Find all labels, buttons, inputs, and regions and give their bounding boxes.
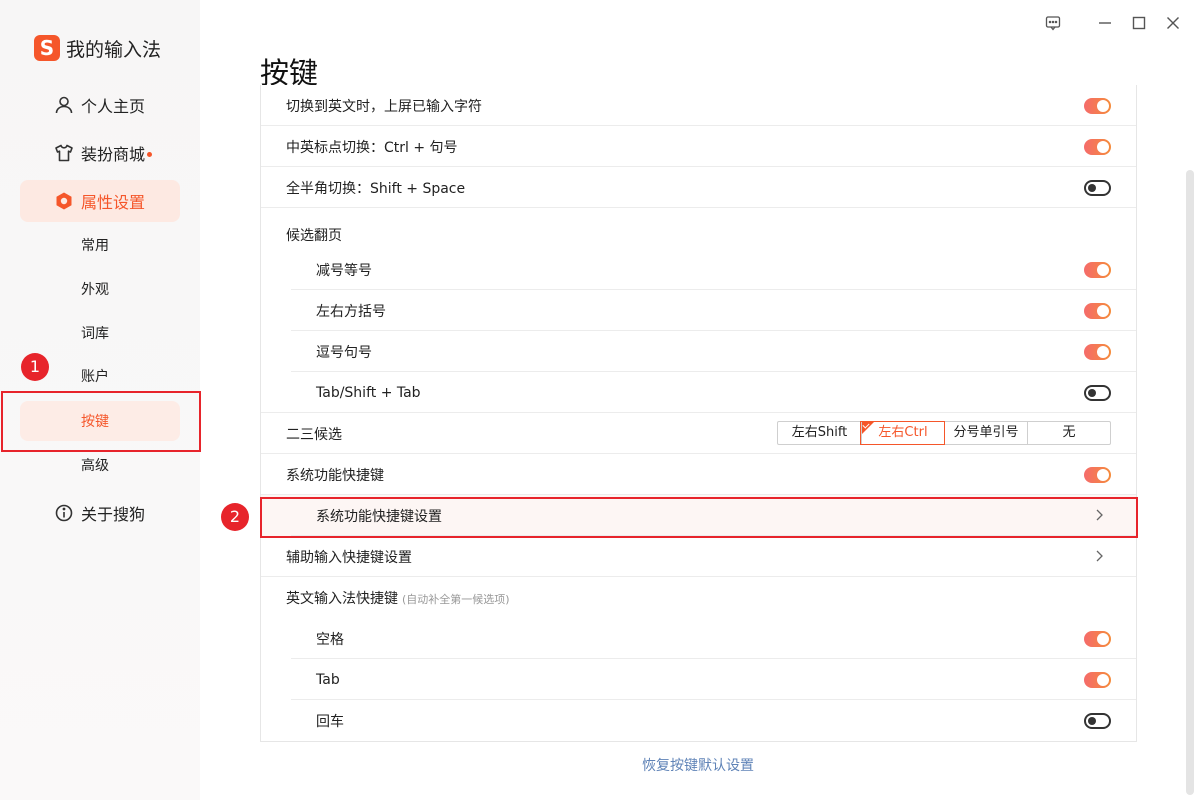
setting-row-width-switch: 全半角切换：Shift + Space [261,167,1136,208]
toggle-switch[interactable] [1084,466,1111,483]
setting-row-comma-period: 逗号句号 [261,331,1136,372]
nav-label: 关于搜狗 [81,505,146,524]
chevron-right-icon [1096,550,1103,562]
setting-row-punct-switch: 中英标点切换：Ctrl + 句号 [261,126,1136,167]
toggle-switch[interactable] [1084,671,1111,688]
group-label: 候选翻页 [286,227,342,244]
group-title: 英文输入法快捷键 [286,590,398,607]
setting-row-switch-english: 切换到英文时，上屏已输入字符 [261,85,1136,126]
setting-row-second-third: 二三候选 左右Shift 左右Ctrl 分号单引号 无 [261,413,1136,454]
setting-group-english-ime: 英文输入法快捷键 (自动补全第一候选项) [261,577,1136,618]
close-icon[interactable] [1164,14,1182,32]
setting-row-space: 空格 [261,618,1136,659]
toggle-switch[interactable] [1084,343,1111,360]
minimize-icon[interactable] [1096,14,1114,32]
nav-item-settings[interactable]: 属性设置 [20,180,180,222]
setting-label: 空格 [316,631,344,648]
nav-item-about[interactable]: 关于搜狗 [20,492,180,534]
info-icon [55,504,73,522]
setting-row-enter: 回车 [261,700,1136,741]
setting-label: 逗号句号 [316,344,372,361]
setting-label: Tab [316,671,340,688]
nav-item-store[interactable]: 装扮商城 [20,132,180,174]
setting-row-tab-shift-tab: Tab/Shift + Tab [261,372,1136,413]
setting-row-tab: Tab [261,659,1136,700]
annotation-highlight-sys-shortcut-settings [260,497,1138,538]
setting-label: 中英标点切换：Ctrl + 句号 [286,139,458,156]
setting-label: 辅助输入快捷键设置 [286,549,412,566]
toggle-switch[interactable] [1084,138,1111,155]
settings-panel: 切换到英文时，上屏已输入字符 中英标点切换：Ctrl + 句号 全半角切换：Sh… [260,85,1137,742]
option-left-right-shift[interactable]: 左右Shift [778,422,861,444]
annotation-marker-2: 2 [221,503,249,531]
setting-label: Tab/Shift + Tab [316,384,421,401]
sub-item-common[interactable]: 常用 [20,225,180,265]
toggle-switch[interactable] [1084,302,1111,319]
annotation-marker-1: 1 [21,353,49,381]
sub-item-label: 高级 [81,458,109,474]
annotation-highlight-keys [1,391,201,452]
sub-item-label: 常用 [81,238,109,254]
group-hint: (自动补全第一候选项) [402,592,510,606]
feedback-icon[interactable] [1044,14,1062,32]
option-none[interactable]: 无 [1027,422,1110,444]
setting-label: 二三候选 [286,426,342,443]
sub-item-label: 词库 [81,326,109,342]
setting-label: 左右方括号 [316,303,386,320]
setting-label: 回车 [316,713,344,730]
sub-item-label: 账户 [81,369,109,385]
toggle-switch[interactable] [1084,179,1111,196]
nav-label: 装扮商城 [81,145,146,164]
setting-label: 切换到英文时，上屏已输入字符 [286,98,482,115]
setting-row-aux-shortcut-settings[interactable]: 辅助输入快捷键设置 [261,536,1136,577]
second-third-segmented-control: 左右Shift 左右Ctrl 分号单引号 无 [777,421,1111,445]
nav-item-profile[interactable]: 个人主页 [20,84,180,126]
setting-label: 系统功能快捷键 [286,467,384,484]
setting-row-sys-shortcut: 系统功能快捷键 [261,454,1136,495]
shirt-icon [55,144,73,162]
toggle-switch[interactable] [1084,384,1111,401]
setting-label: 全半角切换：Shift + Space [286,180,466,197]
brand: S 我的输入法 [34,34,161,62]
option-semicolon-quote[interactable]: 分号单引号 [944,422,1027,444]
user-icon [55,96,73,114]
setting-row-brackets: 左右方括号 [261,290,1136,331]
reset-defaults-link[interactable]: 恢复按键默认设置 [642,755,754,775]
setting-row-minus-equal: 减号等号 [261,249,1136,290]
row-divider [261,207,1136,208]
new-badge-dot [147,151,153,157]
sub-item-appearance[interactable]: 外观 [20,269,180,309]
sub-item-lexicon[interactable]: 词库 [20,313,180,353]
toggle-switch[interactable] [1084,97,1111,114]
sub-item-label: 外观 [81,282,109,298]
maximize-icon[interactable] [1130,14,1148,32]
group-label: 英文输入法快捷键 (自动补全第一候选项) [286,588,510,608]
app-logo-icon: S [34,35,60,61]
scrollbar[interactable] [1186,170,1194,795]
settings-hex-icon [56,192,72,210]
nav-label: 个人主页 [81,97,146,116]
app-name: 我的输入法 [66,38,162,61]
setting-label: 减号等号 [316,262,372,279]
nav-label: 属性设置 [81,193,146,212]
option-left-right-ctrl[interactable]: 左右Ctrl [860,421,945,445]
toggle-switch[interactable] [1084,261,1111,278]
toggle-switch[interactable] [1084,712,1111,729]
toggle-switch[interactable] [1084,630,1111,647]
